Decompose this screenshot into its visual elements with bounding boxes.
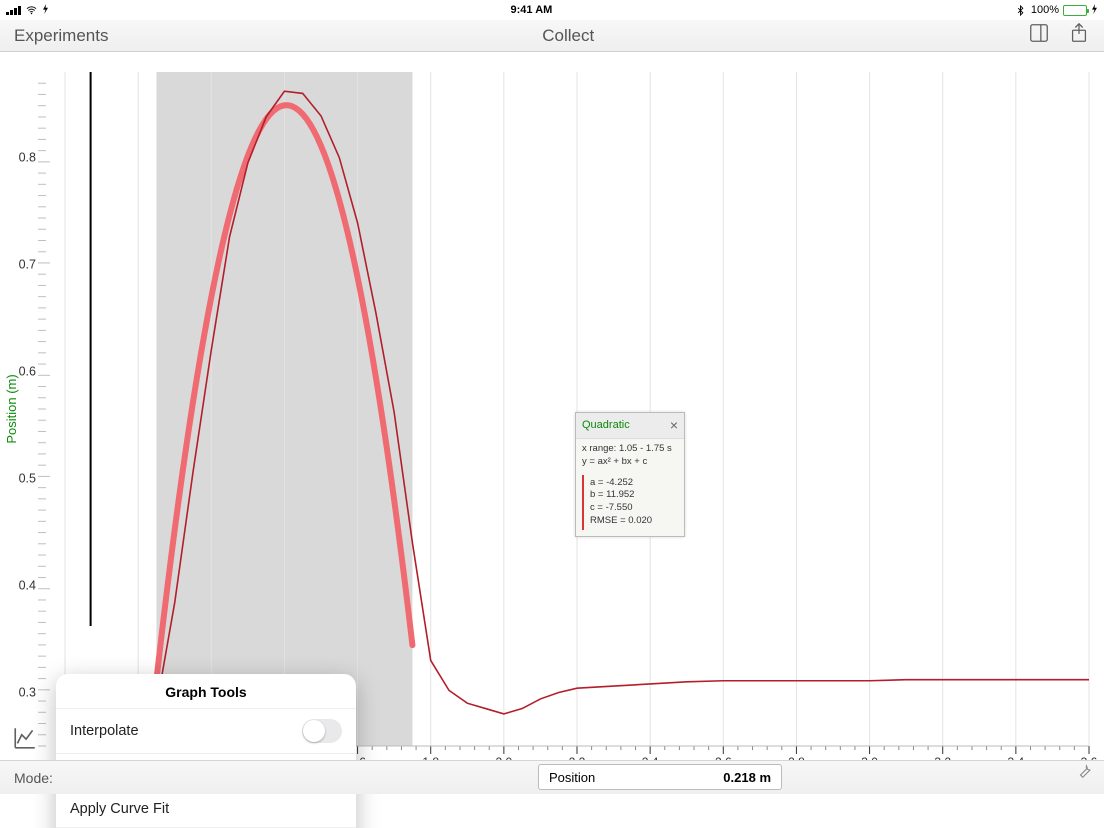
clock: 9:41 AM xyxy=(511,4,553,16)
share-icon[interactable] xyxy=(1068,22,1090,49)
fit-rmse: RMSE = 0.020 xyxy=(590,515,674,528)
meter-readout[interactable]: Position 0.218 m xyxy=(538,764,782,790)
meter-value: 0.218 m xyxy=(723,770,771,785)
nav-bar: Experiments Collect xyxy=(0,20,1104,52)
fit-xrange: x range: 1.05 - 1.75 s xyxy=(582,443,678,456)
battery-icon xyxy=(1063,5,1087,16)
curve-fit-label: Apply Curve Fit xyxy=(70,801,169,817)
meter-name: Position xyxy=(549,770,595,785)
cell-signal-icon xyxy=(6,6,21,15)
svg-text:Position (m): Position (m) xyxy=(4,374,19,443)
svg-text:0.5: 0.5 xyxy=(19,472,36,486)
interpolate-label: Interpolate xyxy=(70,723,139,739)
fit-a: a = -4.252 xyxy=(590,477,674,490)
settings-icon[interactable] xyxy=(1076,763,1094,786)
interpolate-toggle[interactable] xyxy=(302,719,342,743)
experiments-button[interactable]: Experiments xyxy=(14,26,108,46)
layout-icon[interactable] xyxy=(1028,22,1050,49)
svg-text:0.4: 0.4 xyxy=(19,579,36,593)
curve-fit-info[interactable]: Quadratic × x range: 1.05 - 1.75 s y = a… xyxy=(575,412,685,537)
wifi-icon xyxy=(25,5,38,16)
status-bar: 9:41 AM 100% xyxy=(0,0,1104,20)
fit-b: b = 11.952 xyxy=(590,489,674,502)
fit-title: Quadratic xyxy=(582,418,630,433)
charging-icon xyxy=(42,4,49,17)
interpolate-row[interactable]: Interpolate xyxy=(56,708,356,753)
close-icon[interactable]: × xyxy=(670,416,678,435)
apply-curve-fit-row[interactable]: Apply Curve Fit xyxy=(56,790,356,827)
battery-percent: 100% xyxy=(1031,4,1059,16)
fit-c: c = -7.550 xyxy=(590,502,674,515)
graph-tools-popover: Graph Tools Interpolate View Statistics … xyxy=(56,674,356,828)
graph-tools-icon[interactable] xyxy=(12,725,38,756)
svg-text:0.6: 0.6 xyxy=(19,365,36,379)
collect-button[interactable]: Collect xyxy=(542,26,594,46)
svg-text:0.7: 0.7 xyxy=(19,258,36,272)
mode-label: Mode: xyxy=(14,770,53,786)
graph-tools-title: Graph Tools xyxy=(56,674,356,708)
bluetooth-icon xyxy=(1014,5,1027,16)
svg-text:0.3: 0.3 xyxy=(19,686,36,700)
fit-formula: y = ax² + bx + c xyxy=(582,456,678,469)
svg-text:0.8: 0.8 xyxy=(19,151,36,165)
charging-icon-2 xyxy=(1091,4,1098,17)
